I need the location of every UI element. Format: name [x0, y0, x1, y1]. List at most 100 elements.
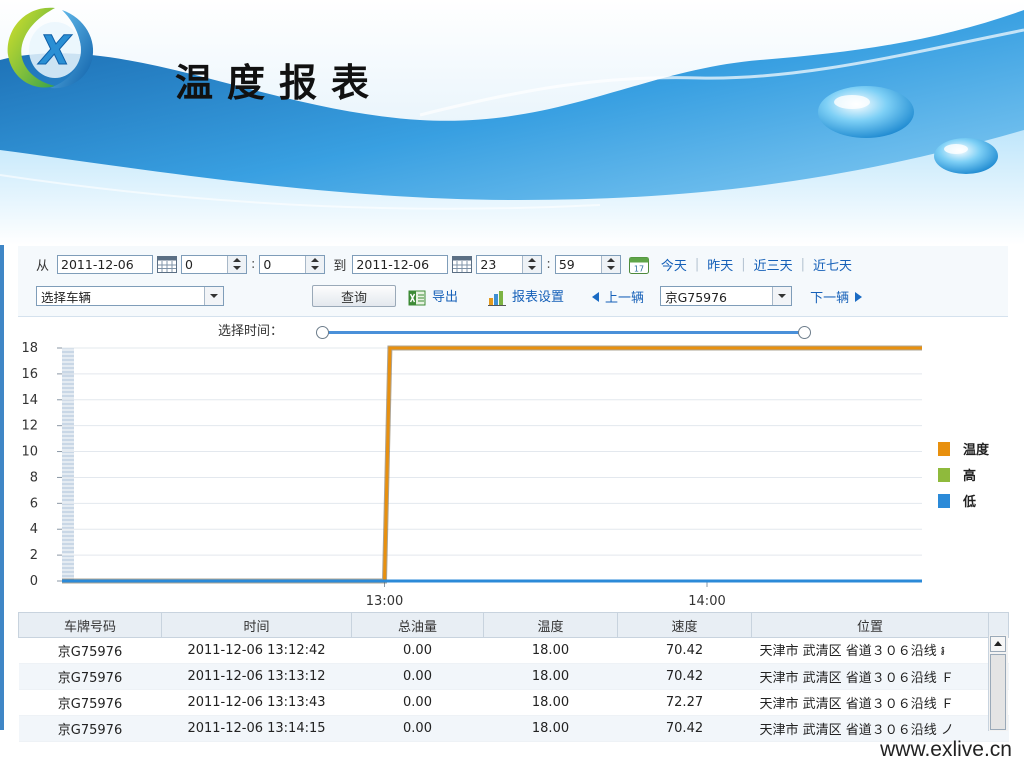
time-colon: : [251, 256, 256, 272]
report-toolbar: 从 0 : 0 到 23 : 59 17 今天 | 昨天 | 近三天 | 近七天… [18, 246, 1008, 317]
table-row[interactable]: 京G75976 2011-12-06 13:14:15 0.00 18.00 7… [18, 715, 1009, 742]
triangle-right-icon [855, 291, 863, 302]
from-minute-value: 0 [263, 256, 272, 272]
to-hour-spin-buttons[interactable] [522, 255, 542, 273]
temperature-data-table: 车牌号码 时间 总油量 温度 速度 位置 京G75976 2011-12-06 … [18, 612, 1009, 742]
cell-speed: 72.27 [617, 689, 752, 716]
quick-range-3days-link[interactable]: 近三天 [754, 255, 793, 274]
table-row[interactable]: 京G75976 2011-12-06 13:13:12 0.00 18.00 7… [18, 663, 1009, 690]
svg-text:X: X [37, 28, 73, 74]
column-header-plate[interactable]: 车牌号码 [18, 612, 162, 638]
table-row[interactable]: 京G75976 2011-12-06 13:13:43 0.00 18.00 7… [18, 689, 1009, 716]
report-settings-label: 报表设置 [512, 290, 565, 306]
cell-speed: 70.42 [617, 715, 752, 742]
to-hour-stepper[interactable]: 23 [476, 254, 543, 274]
from-hour-spin-buttons[interactable] [227, 255, 247, 273]
chevron-down-icon[interactable] [772, 287, 792, 305]
cell-time: 2011-12-06 13:12:42 [161, 637, 352, 664]
water-droplet-small [934, 138, 998, 174]
chevron-down-icon[interactable] [204, 287, 223, 305]
legend-label: 高 [963, 468, 976, 484]
to-date-input[interactable] [352, 254, 449, 274]
legend-label: 低 [962, 494, 976, 510]
cell-fuel: 0.00 [351, 663, 484, 690]
time-slider-label: 选择时间： [218, 324, 284, 339]
company-logo-icon: X [7, 7, 94, 89]
svg-text:17: 17 [634, 264, 644, 273]
query-button[interactable]: 查询 [312, 285, 397, 307]
y-tick-label: 12 [21, 419, 38, 434]
from-hour-stepper[interactable]: 0 [181, 254, 248, 274]
column-header-temperature[interactable]: 温度 [483, 612, 618, 638]
calendar-icon[interactable] [157, 255, 178, 273]
temperature-chart: 0 2 4 6 8 10 12 14 16 18 13:00 14:00 温度高低 [0, 338, 1024, 610]
cell-time: 2011-12-06 13:13:43 [161, 689, 352, 716]
cell-time: 2011-12-06 13:13:12 [161, 663, 352, 690]
scrollbar-thumb[interactable] [990, 654, 1006, 730]
triangle-left-icon [592, 291, 600, 302]
next-vehicle-label: 下一辆 [810, 290, 850, 306]
to-minute-value: 59 [558, 256, 575, 272]
series-line-shadow [62, 345, 922, 584]
cell-location: 天津市 武清区 省道３０６沿线 ៛ [751, 637, 989, 664]
scroll-up-arrow-icon[interactable] [990, 636, 1006, 652]
cell-speed: 70.42 [617, 663, 752, 690]
from-date-input[interactable] [57, 254, 154, 274]
column-header-time[interactable]: 时间 [161, 612, 352, 638]
column-header-fuel[interactable]: 总油量 [351, 612, 484, 638]
from-label: 从 [36, 258, 50, 274]
current-vehicle-select[interactable]: 京G75976 [660, 286, 793, 306]
y-tick-label: 4 [30, 522, 38, 537]
export-button[interactable]: 导出 [408, 286, 458, 306]
vehicle-select-value: 选择车辆 [41, 289, 92, 305]
date-range-row: 从 0 : 0 到 23 : 59 17 今天 | 昨天 | 近三天 | 近七天 [36, 252, 852, 276]
prev-vehicle-button[interactable]: 上一辆 [592, 287, 644, 306]
today-calendar-icon[interactable]: 17 [628, 256, 649, 274]
quick-range-yesterday-link[interactable]: 昨天 [707, 255, 733, 274]
from-minute-stepper[interactable]: 0 [259, 254, 326, 274]
table-header-row: 车牌号码 时间 总油量 温度 速度 位置 [18, 612, 1009, 638]
separator: | [800, 256, 806, 272]
vehicle-select[interactable]: 选择车辆 [36, 286, 224, 306]
cell-temperature: 18.00 [483, 689, 618, 716]
cell-plate: 京G75976 [18, 637, 162, 664]
calendar-icon[interactable] [452, 255, 473, 273]
footer-website-url: www.exlive.cn [880, 738, 1012, 761]
cell-temperature: 18.00 [483, 715, 618, 742]
legend-swatch [938, 442, 950, 456]
cell-plate: 京G75976 [18, 663, 162, 690]
quick-range-today-link[interactable]: 今天 [661, 255, 687, 274]
legend-label: 温度 [963, 442, 990, 458]
y-tick-label: 6 [30, 496, 38, 511]
table-row[interactable]: 京G75976 2011-12-06 13:12:42 0.00 18.00 7… [18, 637, 1009, 664]
cell-location: 天津市 武清区 省道３０６沿线 Ｆ [751, 663, 989, 690]
separator: | [741, 256, 746, 272]
quick-range-7days-link[interactable]: 近七天 [813, 255, 852, 274]
column-header-location[interactable]: 位置 [751, 612, 989, 638]
y-tick-label: 2 [30, 548, 38, 563]
export-label: 导出 [432, 290, 459, 306]
current-vehicle-value: 京G75976 [665, 289, 728, 305]
report-settings-button[interactable]: 报表设置 [488, 286, 564, 306]
cell-time: 2011-12-06 13:14:15 [161, 715, 352, 742]
y-tick-label: 0 [30, 574, 38, 589]
time-slider-track[interactable] [322, 331, 804, 334]
column-header-speed[interactable]: 速度 [617, 612, 752, 638]
from-hour-value: 0 [185, 256, 193, 272]
cell-plate: 京G75976 [18, 689, 162, 716]
header-banner: X 温度报表 [0, 0, 1024, 245]
y-tick-label: 14 [21, 393, 38, 408]
next-vehicle-button[interactable]: 下一辆 [810, 287, 863, 306]
to-minute-spin-buttons[interactable] [600, 255, 620, 273]
y-tick-label: 16 [21, 367, 38, 382]
cell-fuel: 0.00 [351, 637, 484, 664]
cell-location: 天津市 武清区 省道３０６沿线 Ｆ [751, 689, 989, 716]
water-wave-background [0, 0, 1024, 245]
separator: | [694, 256, 700, 272]
cell-fuel: 0.00 [351, 715, 484, 742]
to-label: 到 [333, 258, 347, 274]
table-vertical-scrollbar[interactable] [988, 635, 1008, 731]
temperature-line-chart: 0 2 4 6 8 10 12 14 16 18 13:00 14:00 温度高低 [21, 341, 990, 609]
from-minute-spin-buttons[interactable] [305, 255, 325, 273]
to-minute-stepper[interactable]: 59 [554, 254, 621, 274]
